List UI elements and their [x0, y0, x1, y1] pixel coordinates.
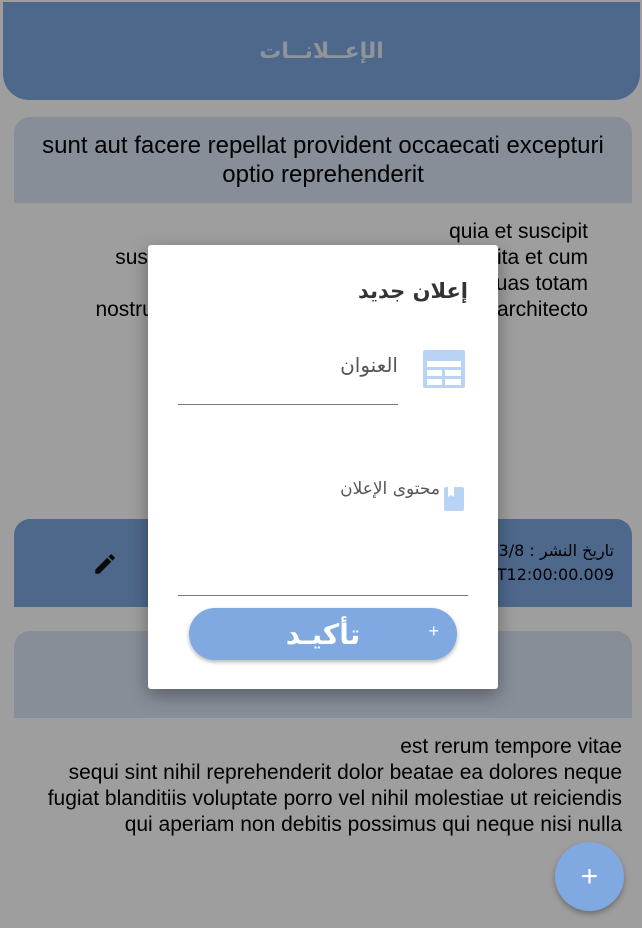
plus-icon: + — [580, 859, 599, 893]
table-icon — [423, 350, 465, 388]
new-announcement-dialog: إعلان جديد تأكيـد + — [148, 245, 498, 689]
plus-icon: + — [428, 621, 439, 641]
content-field[interactable] — [178, 469, 468, 596]
confirm-label: تأكيـد — [285, 617, 361, 651]
content-input[interactable] — [178, 479, 440, 539]
dialog-title: إعلان جديد — [357, 279, 468, 303]
add-post-button[interactable]: + — [555, 842, 624, 911]
title-input[interactable] — [178, 345, 398, 385]
title-field[interactable] — [178, 345, 398, 405]
confirm-button[interactable]: تأكيـد + — [189, 608, 457, 660]
